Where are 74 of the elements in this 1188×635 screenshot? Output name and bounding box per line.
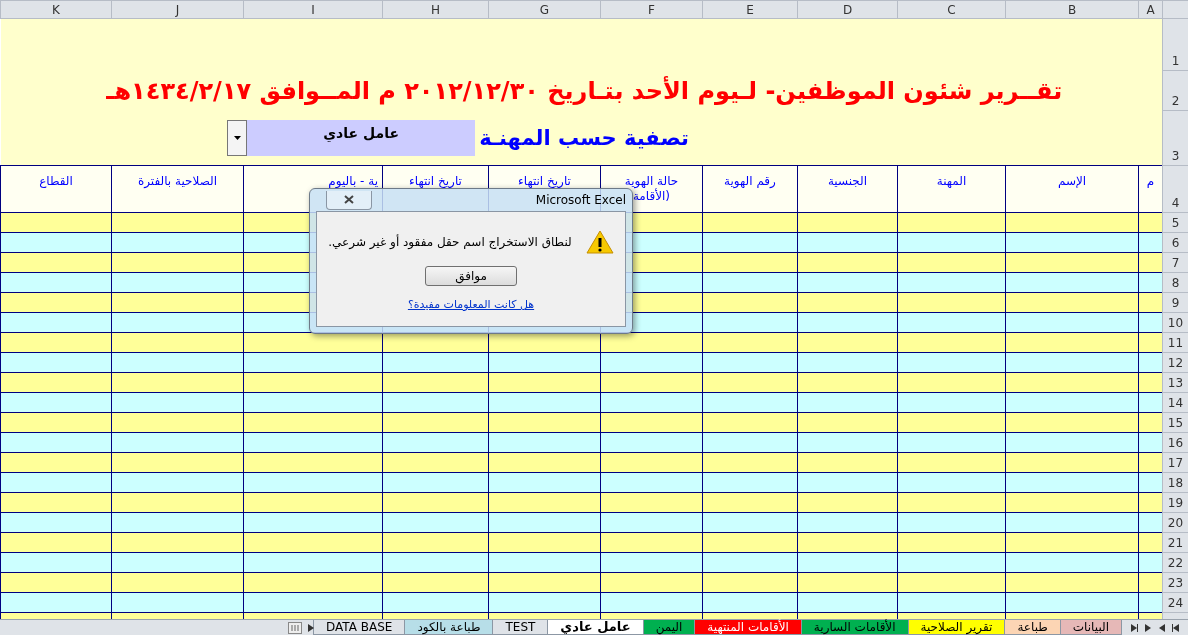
column-header[interactable]: J xyxy=(111,0,244,19)
row-number[interactable]: 3 xyxy=(1162,110,1188,166)
row-number[interactable]: 9 xyxy=(1162,292,1188,313)
row-number[interactable]: 20 xyxy=(1162,512,1188,533)
column-header[interactable]: I xyxy=(243,0,383,19)
row-number[interactable]: 21 xyxy=(1162,532,1188,553)
column-header[interactable]: B xyxy=(1005,0,1139,19)
scroll-left-icon[interactable] xyxy=(1172,623,1180,632)
row-number[interactable]: 16 xyxy=(1162,432,1188,453)
row-number[interactable]: 5 xyxy=(1162,212,1188,233)
filter-dropdown[interactable]: عامل عادي xyxy=(247,119,476,156)
row-number[interactable]: 2 xyxy=(1162,70,1188,111)
sheet-tab[interactable]: طباعة xyxy=(1004,620,1061,635)
row-number[interactable]: 18 xyxy=(1162,472,1188,493)
column-header[interactable]: K xyxy=(0,0,112,19)
row-number[interactable]: 12 xyxy=(1162,352,1188,373)
row-number[interactable]: 23 xyxy=(1162,572,1188,593)
column-header[interactable]: E xyxy=(702,0,798,19)
ok-button[interactable]: موافق xyxy=(425,266,517,286)
column-title: الصلاحية بالفترة xyxy=(137,174,218,188)
row-number[interactable]: 8 xyxy=(1162,272,1188,293)
sheet-tab[interactable]: TEST xyxy=(492,620,549,635)
sheet-tab[interactable]: طباعة بالكود xyxy=(404,620,494,635)
scroll-right-icon[interactable] xyxy=(1144,623,1152,632)
caret-icon xyxy=(233,135,241,140)
column-title: الجنسية xyxy=(827,174,868,188)
report-title: تقــرير شئون الموظفين- لـيوم الأحد بتـاريخ ٢٠١٢/١٢/٣٠ م المــوافق ١٤٣٤/٢/١٧هـ xyxy=(105,76,1064,105)
column-header[interactable]: A xyxy=(1138,0,1163,19)
scrollbar-handle-icon[interactable] xyxy=(288,621,303,634)
scroll-right-icon[interactable] xyxy=(308,623,315,632)
column-title: م xyxy=(1146,174,1155,188)
column-title: ية - باليوم xyxy=(328,174,378,188)
row-number[interactable]: 24 xyxy=(1162,592,1188,613)
row-number[interactable]: 7 xyxy=(1162,252,1188,273)
column-title: القطاع xyxy=(39,174,73,188)
column-title: الإسم xyxy=(1057,174,1087,188)
row-number[interactable]: 1 xyxy=(1162,18,1188,71)
row-number[interactable]: 17 xyxy=(1162,452,1188,473)
column-title: المهنة xyxy=(936,174,967,188)
warning-icon xyxy=(585,230,614,254)
column-title: تاريخ انتهاء xyxy=(409,174,462,188)
column-title: تاريخ انتهاء xyxy=(518,174,571,188)
row-number[interactable]: 19 xyxy=(1162,492,1188,513)
close-button[interactable] xyxy=(326,190,372,210)
column-header[interactable]: C xyxy=(897,0,1006,19)
row-number[interactable]: 6 xyxy=(1162,232,1188,253)
row-number[interactable]: 14 xyxy=(1162,392,1188,413)
row-number[interactable]: 15 xyxy=(1162,412,1188,433)
sheet-tab[interactable]: عامل عادي xyxy=(547,620,644,635)
row-number[interactable]: 22 xyxy=(1162,552,1188,573)
dropdown-button[interactable] xyxy=(227,119,248,156)
column-title: رقم الهوية xyxy=(724,174,776,188)
row-number[interactable]: 11 xyxy=(1162,332,1188,353)
sheet-tab[interactable]: DATA BASE xyxy=(313,620,406,635)
sheet-tab[interactable]: تقرير الصلاحية xyxy=(907,620,1006,635)
sheet-tab[interactable]: الأقامات السارية xyxy=(800,620,909,635)
column-header[interactable]: G xyxy=(488,0,601,19)
column-title: حالة الهوية (الأقامة xyxy=(624,174,679,203)
scroll-left-icon[interactable] xyxy=(1158,623,1166,632)
close-icon xyxy=(344,195,354,204)
dialog-title: Microsoft Excel xyxy=(535,193,626,207)
sheet-tab[interactable]: اليمن xyxy=(642,620,696,635)
sheet-tab[interactable]: الأقامات المنتهية xyxy=(694,620,802,635)
row-number[interactable]: 4 xyxy=(1162,165,1188,213)
help-link[interactable]: هل كانت المعلومات مفيدة؟ xyxy=(407,298,535,311)
row-number[interactable]: 10 xyxy=(1162,312,1188,333)
row-number[interactable]: 13 xyxy=(1162,372,1188,393)
sheet-tab[interactable]: البيانات xyxy=(1059,620,1122,635)
dialog-message: لنطاق الاستخراج اسم حقل مفقود أو غير شرعي. xyxy=(328,235,572,249)
column-header[interactable]: D xyxy=(797,0,898,19)
column-header[interactable]: F xyxy=(600,0,703,19)
filter-label: تصفية حسب المهنـة xyxy=(479,125,689,150)
scroll-right-icon[interactable] xyxy=(1130,623,1138,632)
column-header[interactable]: H xyxy=(382,0,489,19)
